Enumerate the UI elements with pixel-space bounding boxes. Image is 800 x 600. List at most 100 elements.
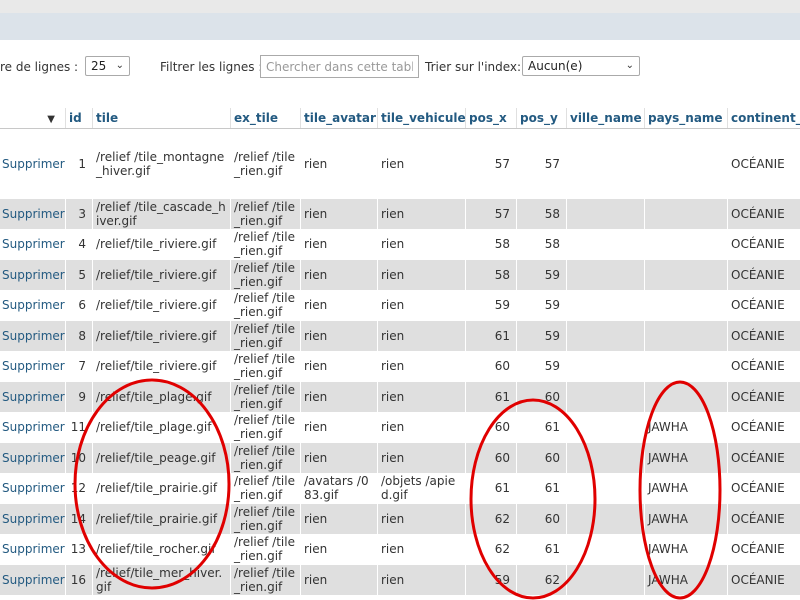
ex-tile-cell: /relief /tile_rien.gif <box>230 564 301 595</box>
filter-input[interactable] <box>260 55 419 78</box>
continent-cell: OCÉANIE <box>727 412 800 443</box>
column-header[interactable]: pos_x <box>465 108 517 129</box>
ville-cell <box>566 534 645 565</box>
avatar-cell: rien <box>300 564 378 595</box>
column-header[interactable]: continent_na <box>727 108 800 129</box>
triangle-down-icon: ▼ <box>47 114 55 125</box>
sort-toggle[interactable]: ▼ <box>0 108 66 129</box>
tile-cell: /relief/tile_prairie.gif <box>92 473 231 504</box>
ex-tile-cell: /relief /tile_rien.gif <box>230 473 301 504</box>
delete-link[interactable]: Supprimer <box>0 442 66 473</box>
id-cell: 1 <box>65 128 93 199</box>
table-row: Supprimer 4/relief/tile_riviere.gif/relie… <box>0 229 800 260</box>
tile-cell: /relief/tile_riviere.gif <box>92 351 231 382</box>
continent-cell: OCÉANIE <box>727 473 800 504</box>
continent-cell: OCÉANIE <box>727 564 800 595</box>
pos-y-cell <box>516 595 567 600</box>
vehicule-cell: rien <box>377 128 466 199</box>
delete-link[interactable]: Supprimer <box>0 290 66 321</box>
sort-label: Trier sur l'index: <box>425 60 522 74</box>
id-cell: 14 <box>65 503 93 534</box>
vehicule-cell: rien <box>377 534 466 565</box>
id-cell: 3 <box>65 198 93 229</box>
rows-select[interactable]: 25 ⌄ <box>85 56 130 76</box>
delete-link[interactable]: Supprimer <box>0 564 66 595</box>
ville-cell <box>566 128 645 199</box>
continent-cell: OCÉANIE <box>727 128 800 199</box>
pays-cell <box>644 198 728 229</box>
continent-cell: OCÉANIE <box>727 259 800 290</box>
avatar-cell: rien <box>300 503 378 534</box>
delete-link[interactable]: Supprimer <box>0 320 66 351</box>
delete-link[interactable]: Supprimer <box>0 128 66 199</box>
tile-cell: /relief /tile_cascade_hiver.gif <box>92 198 231 229</box>
pos-x-cell: 59 <box>465 564 517 595</box>
column-header[interactable]: ville_name <box>566 108 645 129</box>
column-header[interactable]: tile_avatar <box>300 108 378 129</box>
pays-cell: JAWHA <box>644 442 728 473</box>
pos-y-cell: 58 <box>516 229 567 260</box>
delete-link[interactable]: Supprimer <box>0 381 66 412</box>
avatar-cell: rien <box>300 412 378 443</box>
pos-x-cell: 61 <box>465 473 517 504</box>
continent-cell: OCÉANIE <box>727 229 800 260</box>
ville-cell <box>566 198 645 229</box>
ville-cell <box>566 229 645 260</box>
ville-cell <box>566 473 645 504</box>
ville-cell <box>566 320 645 351</box>
delete-link[interactable]: Supprimer <box>0 351 66 382</box>
avatar-cell: rien <box>300 198 378 229</box>
pos-y-cell: 59 <box>516 320 567 351</box>
tile-cell: /relief/tile_rocher.gif <box>92 534 231 565</box>
ex-tile-cell: /relief /tile_rien.gif <box>230 351 301 382</box>
table-row: Supprimer 14/relief/tile_prairie.gif/reli… <box>0 503 800 534</box>
pos-x-cell: 60 <box>465 351 517 382</box>
pays-cell <box>644 320 728 351</box>
continent-cell: OCÉANIE <box>727 442 800 473</box>
delete-link[interactable]: Supprimer <box>0 259 66 290</box>
results-table-wrap: ▼ id tile ex_tile tile_avatar tile_vehic… <box>0 108 800 600</box>
tile-cell: /relief/tile_prairie.gif <box>92 503 231 534</box>
pays-cell: JAWHA <box>644 473 728 504</box>
pos-y-cell: 62 <box>516 564 567 595</box>
column-header[interactable]: tile <box>92 108 231 129</box>
delete-link[interactable]: Supprimer <box>0 503 66 534</box>
delete-link[interactable]: Supprimer <box>0 198 66 229</box>
ex-tile-cell: /relief /tile_rien.gif <box>230 229 301 260</box>
ville-cell <box>566 503 645 534</box>
id-cell: 10 <box>65 442 93 473</box>
tile-cell: /relief/tile_riviere.gif <box>92 259 231 290</box>
pos-y-cell: 58 <box>516 198 567 229</box>
continent-cell: OCÉANIE <box>727 290 800 321</box>
pos-x-cell <box>465 595 517 600</box>
pos-y-cell: 57 <box>516 128 567 199</box>
id-cell: 9 <box>65 381 93 412</box>
vehicule-cell <box>377 595 466 600</box>
delete-link[interactable]: Supprimer <box>0 534 66 565</box>
pays-cell: JAWHA <box>644 534 728 565</box>
ex-tile-cell: /relief /tile_rien.gif <box>230 412 301 443</box>
table-row: Supprimer 5/relief/tile_riviere.gif/relie… <box>0 259 800 290</box>
delete-link[interactable]: Supprimer <box>0 412 66 443</box>
ville-cell <box>566 412 645 443</box>
chevron-down-icon: ⌄ <box>625 60 634 71</box>
pos-y-cell: 61 <box>516 473 567 504</box>
avatar-cell: /avatars /083.gif <box>300 473 378 504</box>
column-header[interactable]: pos_y <box>516 108 567 129</box>
continent-cell: OCÉANIE <box>727 534 800 565</box>
table-header-row: ▼ id tile ex_tile tile_avatar tile_vehic… <box>0 108 800 129</box>
sort-index-select[interactable]: Aucun(e) ⌄ <box>522 56 640 76</box>
column-header[interactable]: id <box>65 108 93 129</box>
pays-cell <box>644 290 728 321</box>
pays-cell: JAWHA <box>644 503 728 534</box>
vehicule-cell: rien <box>377 412 466 443</box>
delete-link[interactable]: Supprimer <box>0 229 66 260</box>
ex-tile-cell: /relief /tile_rien.gif <box>230 534 301 565</box>
table-row: Supprimer 12/relief/tile_prairie.gif/reli… <box>0 473 800 504</box>
tile-cell: /relief/tile_mer_hiver.gif <box>92 564 231 595</box>
column-header[interactable]: tile_vehicule <box>377 108 466 129</box>
avatar-cell <box>300 595 378 600</box>
column-header[interactable]: pays_name <box>644 108 728 129</box>
column-header[interactable]: ex_tile <box>230 108 301 129</box>
delete-link[interactable]: Supprimer <box>0 473 66 504</box>
